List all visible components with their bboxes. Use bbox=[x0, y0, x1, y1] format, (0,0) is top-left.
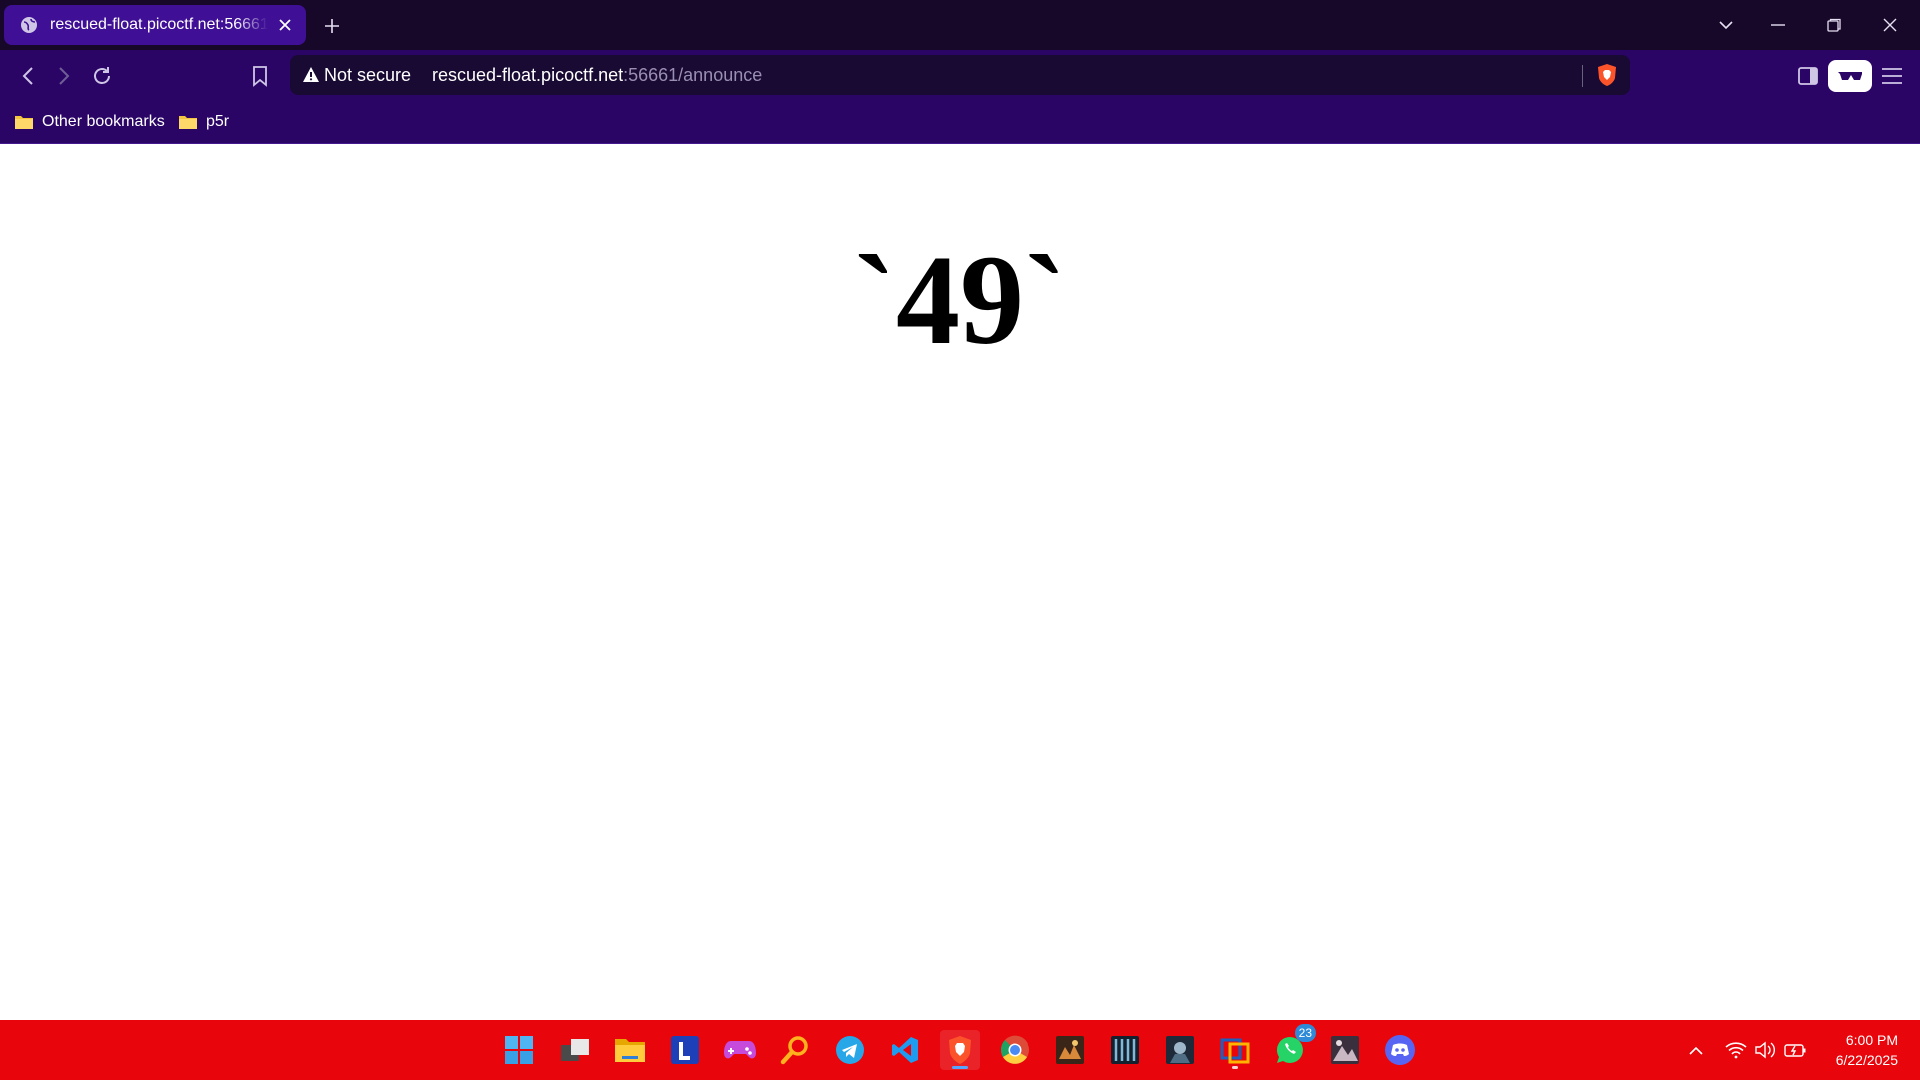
notification-badge: 23 bbox=[1294, 1024, 1316, 1042]
running-app-indicator bbox=[1232, 1066, 1238, 1069]
web-page-content: `49` bbox=[0, 144, 1920, 1020]
browser-toolbar: Not secure rescued-float.picoctf.net:566… bbox=[0, 50, 1920, 100]
url-path: :56661/announce bbox=[623, 65, 763, 85]
system-clock[interactable]: 6:00 PM 6/22/2025 bbox=[1808, 1030, 1898, 1070]
reload-icon[interactable] bbox=[86, 60, 118, 92]
game-thumbnail-icon[interactable] bbox=[1325, 1030, 1365, 1070]
omnibox-divider bbox=[1582, 65, 1583, 87]
game-thumbnail-icon[interactable] bbox=[1050, 1030, 1090, 1070]
game-thumbnail-icon[interactable] bbox=[1160, 1030, 1200, 1070]
sidebar-toggle-icon[interactable] bbox=[1792, 60, 1824, 92]
task-view-icon[interactable] bbox=[555, 1030, 595, 1070]
whatsapp-icon[interactable]: 23 bbox=[1270, 1024, 1316, 1070]
tab-close-icon[interactable] bbox=[274, 14, 296, 36]
bookmark-label: p5r bbox=[206, 113, 230, 130]
start-windows-icon[interactable] bbox=[499, 1030, 539, 1070]
browser-tab-active[interactable]: rescued-float.picoctf.net:56661/announce bbox=[4, 5, 306, 45]
clock-date: 6/22/2025 bbox=[1835, 1052, 1898, 1068]
brave-browser-icon[interactable] bbox=[940, 1030, 980, 1070]
battery-charging-icon[interactable] bbox=[1782, 1030, 1810, 1070]
clock-time: 6:00 PM bbox=[1845, 1032, 1898, 1048]
url-host: rescued-float.picoctf.net bbox=[432, 65, 624, 85]
back-arrow-icon[interactable] bbox=[12, 60, 44, 92]
bookmark-icon[interactable] bbox=[244, 60, 276, 92]
warning-triangle-icon[interactable] bbox=[302, 66, 320, 84]
vpn-glasses-icon[interactable] bbox=[1828, 60, 1872, 92]
restore-icon[interactable] bbox=[1806, 0, 1862, 50]
magnifier-search-icon[interactable] bbox=[775, 1030, 815, 1070]
bookmark-folder-p5r[interactable]: p5r bbox=[178, 110, 229, 134]
vscode-icon[interactable] bbox=[885, 1030, 925, 1070]
bookmark-folder-other[interactable]: Other bookmarks bbox=[14, 110, 165, 134]
security-indicator-label[interactable]: Not secure bbox=[324, 65, 411, 86]
bookmark-label: Other bookmarks bbox=[42, 113, 165, 130]
active-app-indicator bbox=[952, 1066, 968, 1069]
file-explorer-folder-icon[interactable] bbox=[610, 1030, 650, 1070]
discord-icon[interactable] bbox=[1380, 1030, 1420, 1070]
telegram-icon[interactable] bbox=[830, 1030, 870, 1070]
minimize-icon[interactable] bbox=[1750, 0, 1806, 50]
letter-l-app-icon[interactable] bbox=[665, 1030, 705, 1070]
tab-title: rescued-float.picoctf.net:56661/announce bbox=[50, 16, 268, 33]
wifi-icon[interactable] bbox=[1722, 1030, 1750, 1070]
volume-icon[interactable] bbox=[1752, 1030, 1780, 1070]
folder-icon bbox=[179, 116, 197, 129]
forward-arrow-icon[interactable] bbox=[48, 60, 80, 92]
gamepad-icon[interactable] bbox=[720, 1030, 760, 1070]
page-heading: `49` bbox=[853, 229, 1067, 371]
new-tab-plus-icon[interactable] bbox=[318, 12, 346, 40]
tab-search-chevron-icon[interactable] bbox=[1698, 0, 1754, 50]
hamburger-menu-icon[interactable] bbox=[1876, 60, 1908, 92]
globe-icon bbox=[21, 17, 37, 33]
windows-taskbar: 23 6:00 PM 6/22/2025 bbox=[0, 1020, 1920, 1080]
close-window-icon[interactable] bbox=[1862, 0, 1918, 50]
url-text[interactable]: rescued-float.picoctf.net:56661/announce bbox=[432, 65, 762, 86]
bookmarks-bar: Other bookmarks p5r bbox=[0, 100, 1920, 144]
virtualbox-icon[interactable] bbox=[1215, 1030, 1255, 1070]
brave-shields-icon[interactable] bbox=[1596, 63, 1618, 87]
show-hidden-icons-chevron-icon[interactable] bbox=[1682, 1030, 1710, 1070]
game-thumbnail-icon[interactable] bbox=[1105, 1030, 1145, 1070]
browser-tab-strip: rescued-float.picoctf.net:56661/announce bbox=[0, 0, 1920, 50]
chrome-icon[interactable] bbox=[995, 1030, 1035, 1070]
address-bar[interactable]: Not secure rescued-float.picoctf.net:566… bbox=[290, 55, 1630, 95]
folder-icon bbox=[15, 116, 33, 129]
